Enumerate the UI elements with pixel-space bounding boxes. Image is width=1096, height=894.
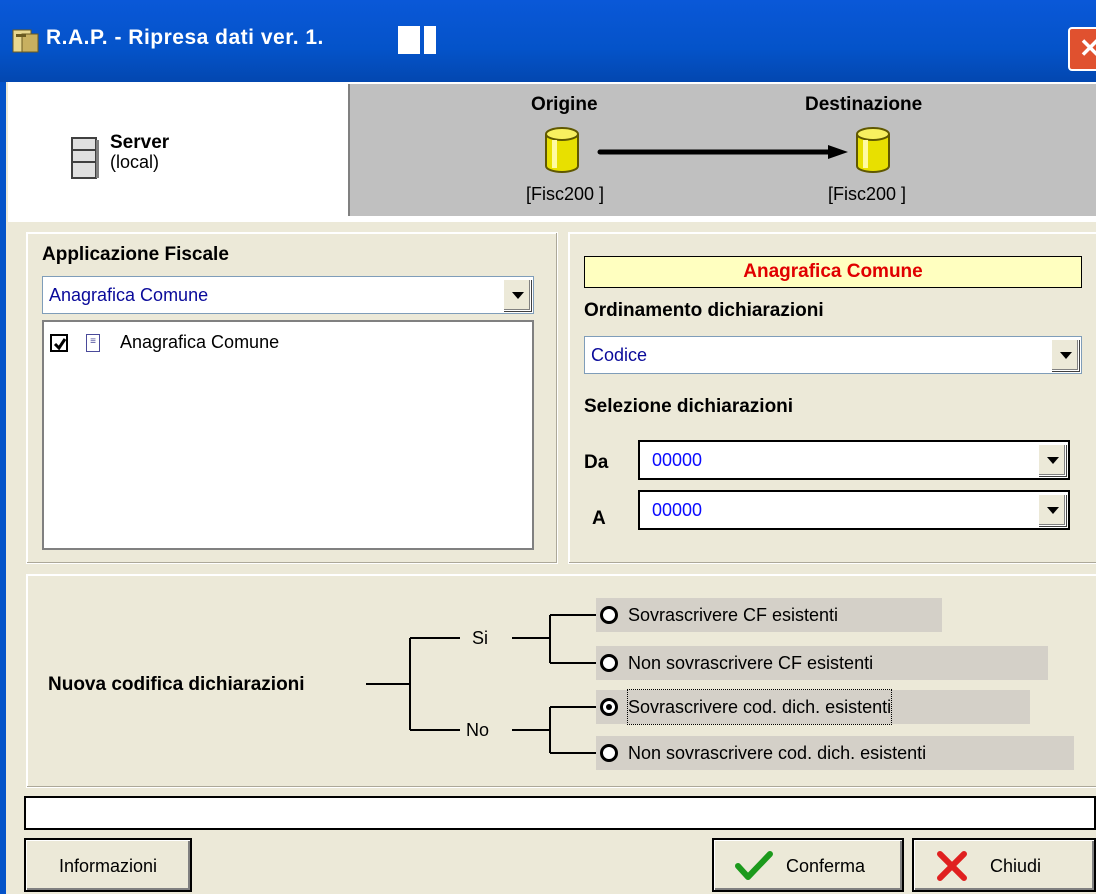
da-dropdown[interactable]: 00000 [638,440,1070,480]
conferma-label: Conferma [786,856,866,876]
ordinamento-dropdown[interactable]: Codice [584,336,1082,374]
close-button[interactable]: ✕ [1068,27,1096,71]
conferma-button[interactable]: Conferma [712,838,904,892]
chevron-down-icon[interactable] [1051,339,1079,371]
document-icon: ≡ [86,334,100,352]
nuova-codifica-label: Nuova codifica dichiarazioni [48,674,305,695]
destination-title: Destinazione [805,94,923,115]
destination-database-icon [855,126,891,174]
applicazione-list[interactable] [42,320,534,550]
applicazione-fiscale-dropdown[interactable]: Anagrafica Comune [42,276,534,314]
applicazione-fiscale-label: Applicazione Fiscale [42,244,229,265]
chevron-down-icon[interactable] [1038,494,1066,526]
chevron-down-icon[interactable] [503,279,531,311]
title-redaction [424,26,436,54]
window-title: R.A.P. - Ripresa dati ver. 1. [46,26,324,49]
list-item-checkbox[interactable] [50,334,68,352]
radio-button[interactable] [600,606,618,624]
chevron-down-icon[interactable] [1038,444,1066,476]
da-value: 00000 [652,450,703,470]
da-label: Da [584,452,609,473]
origin-title: Origine [531,94,598,115]
a-label: A [592,508,606,529]
radio-button[interactable] [600,744,618,762]
checkmark-icon [734,850,774,887]
ordinamento-label: Ordinamento dichiarazioni [584,300,824,321]
server-label: Server [110,132,170,153]
radio-sovrascrivere-cf[interactable]: Sovrascrivere CF esistenti [596,598,942,632]
selected-application-header: Anagrafica Comune [584,256,1082,288]
a-value: 00000 [652,500,703,520]
origin-database-icon [544,126,580,174]
radio-non-sovrascrivere-cf[interactable]: Non sovrascrivere CF esistenti [596,646,1048,680]
ordinamento-value: Codice [591,345,648,365]
applicazione-fiscale-value: Anagrafica Comune [49,285,209,305]
selezione-label: Selezione dichiarazioni [584,396,794,417]
arrow-right-icon [596,142,850,162]
chiudi-label: Chiudi [990,856,1042,876]
cross-icon [934,850,970,887]
radio-non-sovrascrivere-cod-dich[interactable]: Non sovrascrivere cod. dich. esistenti [596,736,1074,770]
radio-button-selected[interactable] [600,698,618,716]
server-icon [70,136,100,180]
no-branch-label: No [466,720,490,740]
radio-label[interactable]: Sovrascrivere cod. dich. esistenti [626,689,893,725]
server-sublabel: (local) [110,152,160,172]
chiudi-button[interactable]: Chiudi [912,838,1096,892]
radio-label[interactable]: Non sovrascrivere cod. dich. esistenti [628,736,926,770]
radio-label[interactable]: Non sovrascrivere CF esistenti [628,646,873,680]
radio-button[interactable] [600,654,618,672]
radio-label[interactable]: Sovrascrivere CF esistenti [628,598,838,632]
app-icon [12,28,40,54]
status-bar [24,796,1096,830]
radio-sovrascrivere-cod-dich[interactable]: Sovrascrivere cod. dich. esistenti [596,689,1030,725]
destination-database-name: [Fisc200 ] [828,184,907,204]
informazioni-button[interactable]: Informazioni [24,838,192,892]
si-branch-label: Si [472,628,489,648]
list-item-label[interactable]: Anagrafica Comune [120,332,279,353]
a-dropdown[interactable]: 00000 [638,490,1070,530]
origin-database-name: [Fisc200 ] [526,184,605,204]
title-redaction [398,26,420,54]
